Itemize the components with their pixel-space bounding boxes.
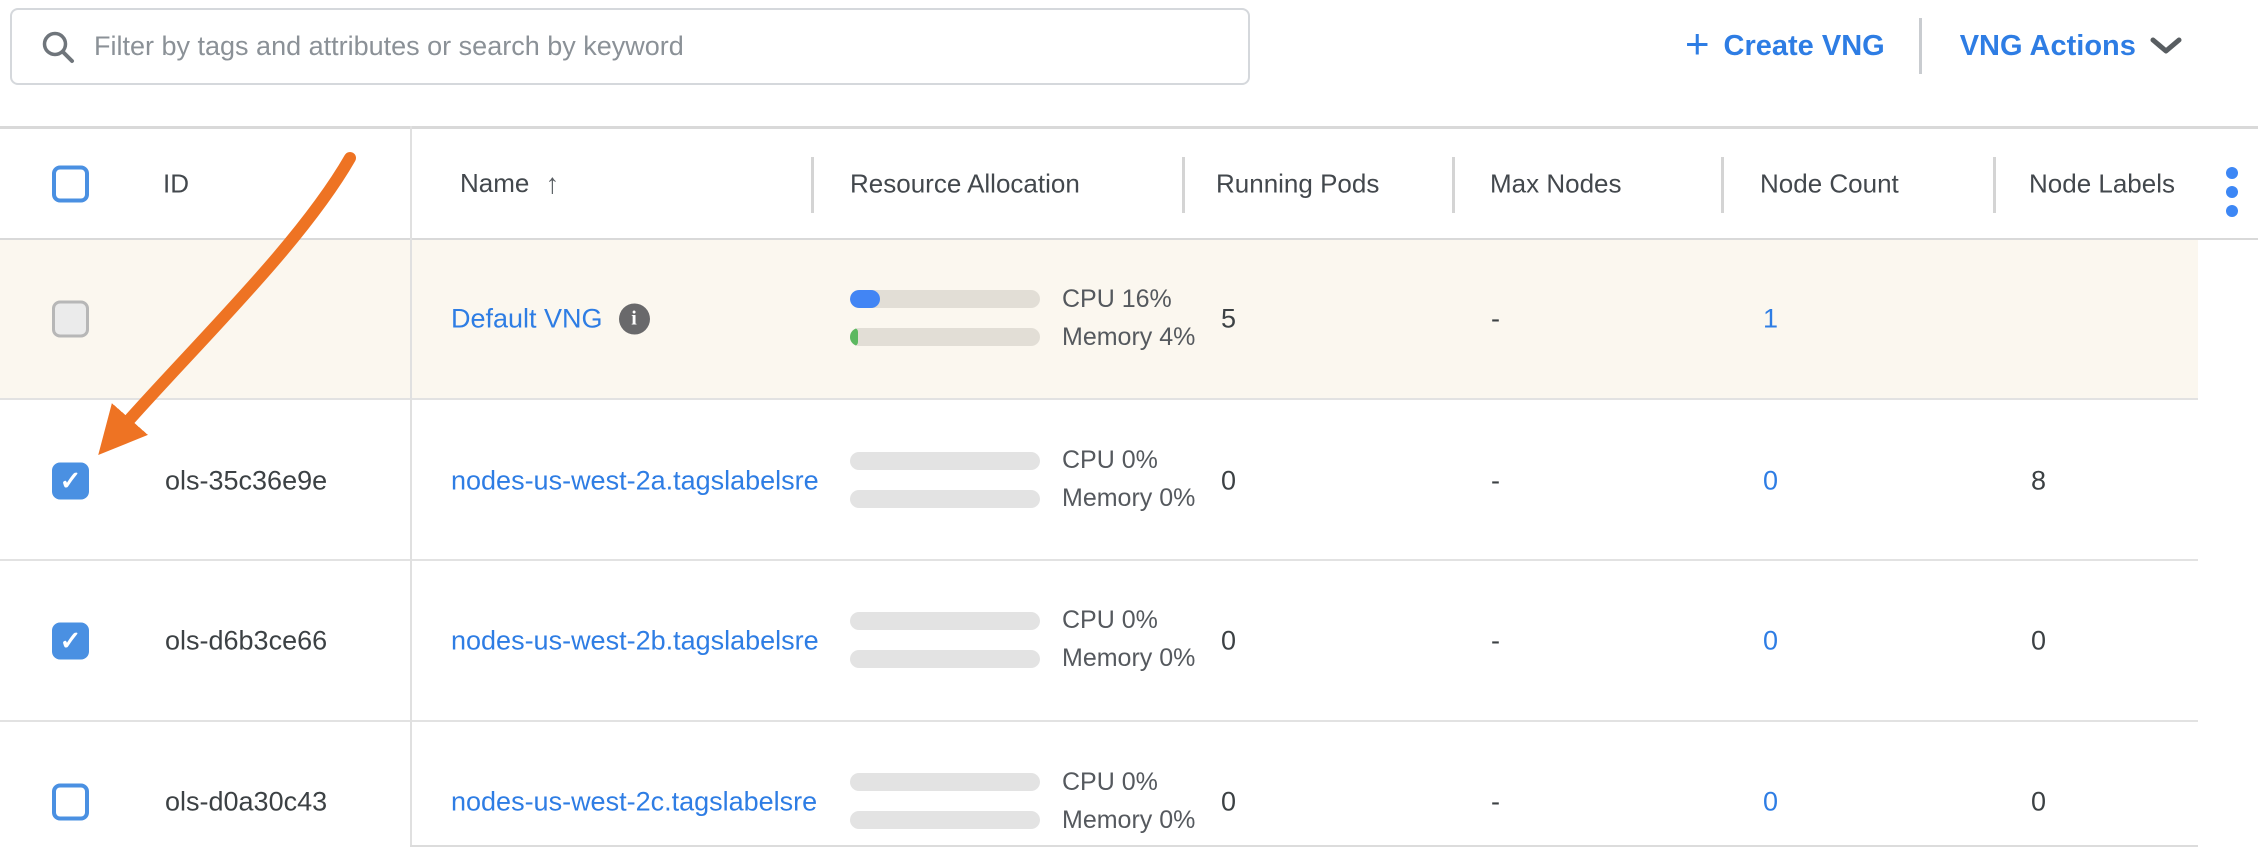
info-icon[interactable]: i <box>619 304 650 335</box>
select-all-checkbox[interactable] <box>52 165 89 202</box>
header-divider <box>1452 157 1455 213</box>
table-row[interactable]: ols-d0a30c43 nodes-us-west-2c.tagslabels… <box>0 722 2198 854</box>
memory-usage-label: Memory 0% <box>1062 644 1195 673</box>
running-pods-value: 0 <box>1221 465 1236 496</box>
chevron-down-icon <box>2150 37 2182 55</box>
vng-name-link[interactable]: nodes-us-west-2c.tagslabelsre <box>451 787 817 818</box>
cpu-usage-bar <box>850 773 1040 791</box>
vng-id: ols-d0a30c43 <box>165 787 327 818</box>
header-divider <box>1721 157 1724 213</box>
sort-ascending-icon: ↑ <box>545 168 559 200</box>
plus-icon: + <box>1685 29 1710 59</box>
create-vng-button[interactable]: + Create VNG <box>1685 30 1885 63</box>
table-row[interactable]: ols-d6b3ce66 nodes-us-west-2b.tagslabels… <box>0 561 2198 722</box>
toolbar-divider <box>1919 18 1922 74</box>
max-nodes-value: - <box>1491 625 1500 656</box>
memory-usage-bar <box>850 490 1040 508</box>
cpu-usage-bar <box>850 290 1040 308</box>
max-nodes-value: - <box>1491 465 1500 496</box>
table-row[interactable]: Default VNG i CPU 16% Memory 4% 5 - 1 <box>0 240 2198 400</box>
memory-usage-label: Memory 0% <box>1062 484 1195 513</box>
max-nodes-value: - <box>1491 787 1500 818</box>
row-checkbox[interactable] <box>52 462 89 499</box>
column-header-name[interactable]: Name ↑ <box>460 168 559 200</box>
cpu-usage-bar <box>850 612 1040 630</box>
running-pods-value: 0 <box>1221 625 1236 656</box>
node-labels-value: 0 <box>2031 787 2046 818</box>
node-labels-value: 8 <box>2031 465 2046 496</box>
node-labels-value: 0 <box>2031 625 2046 656</box>
filter-search-box[interactable] <box>10 8 1250 85</box>
memory-usage-bar <box>850 811 1040 829</box>
vng-name-link[interactable]: nodes-us-west-2b.tagslabelsre <box>451 625 819 656</box>
vng-id: ols-d6b3ce66 <box>165 625 327 656</box>
row-checkbox[interactable] <box>52 784 89 821</box>
cpu-usage-label: CPU 0% <box>1062 768 1158 797</box>
vng-actions-button[interactable]: VNG Actions <box>1960 30 2182 63</box>
cpu-usage-label: CPU 16% <box>1062 285 1172 314</box>
node-count-link[interactable]: 0 <box>1763 465 1778 496</box>
column-header-running-pods[interactable]: Running Pods <box>1216 168 1379 199</box>
vng-actions-label: VNG Actions <box>1960 30 2136 63</box>
header-divider <box>811 157 814 213</box>
memory-usage-label: Memory 0% <box>1062 806 1195 835</box>
column-header-id[interactable]: ID <box>163 168 189 199</box>
create-vng-label: Create VNG <box>1724 30 1885 63</box>
table-header: ID Name ↑ Resource Allocation Running Po… <box>0 126 2258 240</box>
header-divider <box>1993 157 1996 213</box>
column-header-node-count[interactable]: Node Count <box>1760 168 1899 199</box>
node-count-link[interactable]: 1 <box>1763 304 1778 335</box>
search-icon <box>40 29 76 65</box>
column-header-max-nodes[interactable]: Max Nodes <box>1490 168 1622 199</box>
column-settings-kebab-icon[interactable] <box>2221 167 2243 217</box>
memory-usage-bar <box>850 328 1040 346</box>
header-divider <box>1182 157 1185 213</box>
max-nodes-value: - <box>1491 304 1500 335</box>
cpu-usage-label: CPU 0% <box>1062 446 1158 475</box>
vng-name-link[interactable]: Default VNG i <box>451 304 650 335</box>
vng-id: ols-35c36e9e <box>165 465 327 496</box>
memory-usage-label: Memory 4% <box>1062 323 1195 352</box>
table-row[interactable]: ols-35c36e9e nodes-us-west-2a.tagslabels… <box>0 402 2198 561</box>
memory-usage-bar <box>850 650 1040 668</box>
row-checkbox[interactable] <box>52 301 89 338</box>
row-checkbox[interactable] <box>52 622 89 659</box>
vng-page: + Create VNG VNG Actions ID Name ↑ Resou… <box>0 0 2258 854</box>
node-count-link[interactable]: 0 <box>1763 625 1778 656</box>
running-pods-value: 0 <box>1221 787 1236 818</box>
cpu-usage-label: CPU 0% <box>1062 606 1158 635</box>
column-header-resource-allocation[interactable]: Resource Allocation <box>850 168 1080 199</box>
cpu-usage-bar <box>850 452 1040 470</box>
search-input[interactable] <box>94 17 1248 77</box>
running-pods-value: 5 <box>1221 304 1236 335</box>
table-bottom-border <box>410 845 2198 847</box>
node-count-link[interactable]: 0 <box>1763 787 1778 818</box>
vng-name-link[interactable]: nodes-us-west-2a.tagslabelsre <box>451 465 819 496</box>
id-name-column-divider <box>410 126 412 845</box>
column-header-node-labels[interactable]: Node Labels <box>2029 168 2175 199</box>
